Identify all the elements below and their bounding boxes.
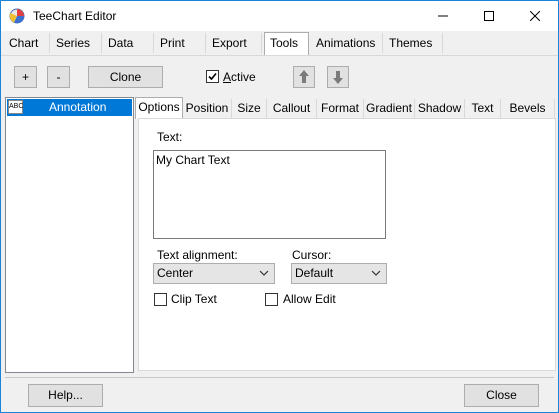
remove-tool-button[interactable]: -: [47, 66, 70, 88]
clip-text-checkbox[interactable]: [154, 293, 167, 306]
subtab-text[interactable]: Text: [465, 99, 501, 118]
allow-edit-checkbox[interactable]: [265, 293, 278, 306]
active-checkbox[interactable]: [206, 70, 219, 83]
allow-edit-label: Allow Edit: [283, 292, 336, 306]
clone-tool-button[interactable]: Clone: [88, 66, 163, 88]
subtab-size[interactable]: Size: [232, 99, 267, 118]
tab-export[interactable]: Export: [206, 33, 262, 53]
close-window-button[interactable]: [512, 1, 558, 31]
chevron-down-icon: [259, 270, 269, 276]
tools-list[interactable]: ABC Annotation: [5, 97, 134, 373]
active-label-rest: ctive: [231, 70, 256, 84]
cursor-label: Cursor:: [292, 248, 332, 262]
tab-themes[interactable]: Themes: [383, 33, 443, 53]
text-alignment-value: Center: [157, 266, 194, 280]
text-alignment-label: Text alignment:: [157, 248, 238, 262]
tab-series[interactable]: Series: [50, 33, 102, 53]
tab-tools[interactable]: Tools: [264, 32, 309, 55]
maximize-button[interactable]: [466, 1, 512, 31]
subtab-format[interactable]: Format: [317, 99, 364, 118]
footer-divider: [5, 377, 554, 378]
maximize-icon: [484, 11, 494, 21]
cursor-select[interactable]: Default: [291, 263, 387, 284]
subtab-callout[interactable]: Callout: [267, 99, 317, 118]
teechart-app-icon: [9, 8, 25, 24]
list-item[interactable]: ABC Annotation: [7, 99, 132, 116]
clip-text-label: Clip Text: [171, 292, 217, 306]
arrow-down-icon: [333, 71, 343, 84]
text-label: Text:: [157, 130, 183, 144]
subtab-position[interactable]: Position: [183, 99, 232, 118]
close-button[interactable]: Close: [464, 384, 539, 407]
window-title: TeeChart Editor: [33, 9, 117, 23]
title-bar: TeeChart Editor: [1, 1, 558, 31]
annotation-text-field[interactable]: My Chart Text: [153, 150, 386, 239]
move-down-button[interactable]: [327, 66, 349, 88]
annotation-label: Annotation: [49, 100, 107, 114]
move-up-button[interactable]: [293, 66, 315, 88]
subtab-gradient[interactable]: Gradient: [364, 99, 415, 118]
subtab-options[interactable]: Options: [135, 97, 183, 119]
help-button[interactable]: Help...: [28, 384, 103, 407]
subtab-shadow[interactable]: Shadow: [415, 99, 465, 118]
chevron-down-icon: [371, 270, 381, 276]
tab-animations[interactable]: Animations: [310, 33, 383, 53]
checkmark-icon: [208, 72, 217, 81]
add-tool-button[interactable]: +: [14, 66, 37, 88]
cursor-value: Default: [295, 266, 334, 280]
tool-options-tab-strip: Options Position Size Callout Format Gra…: [135, 97, 557, 119]
minimize-icon: [438, 15, 448, 17]
annotation-icon: ABC: [8, 100, 23, 114]
active-label: Active: [223, 70, 256, 84]
close-icon: [530, 11, 540, 21]
tab-data[interactable]: Data: [102, 33, 154, 53]
main-tab-strip: Chart Series Data Print Export Tools Ani…: [1, 31, 558, 56]
text-alignment-select[interactable]: Center: [153, 263, 275, 284]
arrow-up-icon: [299, 70, 309, 83]
editor-window: TeeChart Editor Chart Series Data Print …: [0, 0, 559, 413]
tab-chart[interactable]: Chart: [3, 33, 50, 53]
minimize-button[interactable]: [420, 1, 466, 31]
tab-print[interactable]: Print: [154, 33, 206, 53]
subtab-bevels[interactable]: Bevels: [501, 99, 555, 118]
